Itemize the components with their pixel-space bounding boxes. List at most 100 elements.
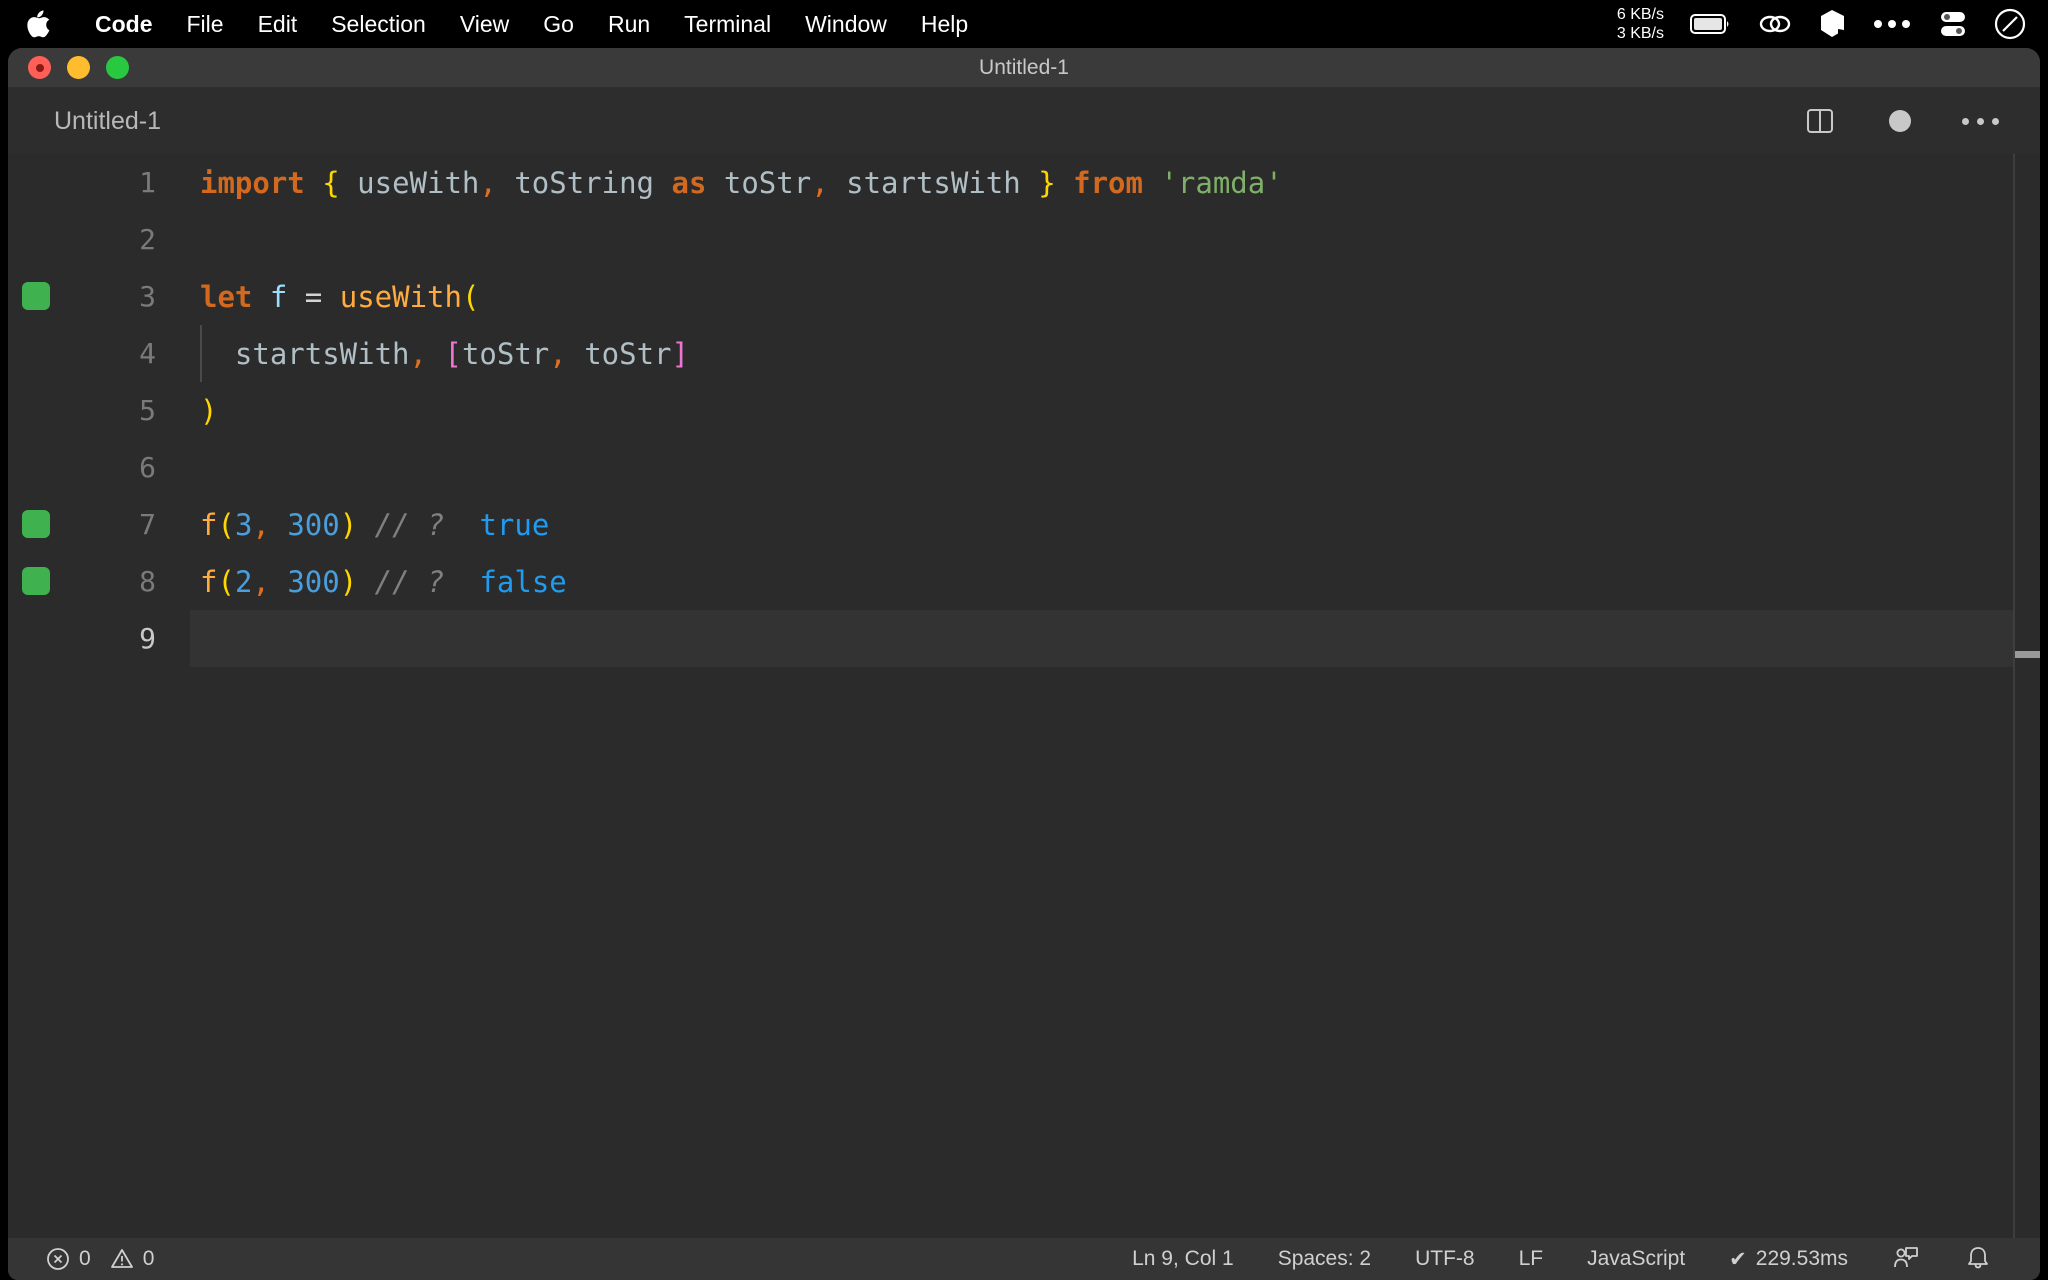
code-line[interactable]: 8 f(2, 300) // ? false bbox=[8, 553, 2040, 610]
network-download-speed: 3 KB/s bbox=[1616, 25, 1664, 42]
line-number: 2 bbox=[139, 223, 156, 256]
code-token: toString bbox=[514, 165, 655, 200]
unsaved-indicator-dot bbox=[35, 63, 44, 72]
code-line[interactable]: 4 startsWith, [toStr, toStr] bbox=[8, 325, 2040, 382]
runtime-duration: 229.53ms bbox=[1755, 1247, 1848, 1270]
line-content: let f = useWith( bbox=[200, 268, 479, 325]
code-token: ) bbox=[339, 564, 358, 599]
status-bar-right: Ln 9, Col 1 Spaces: 2 UTF-8 LF JavaScrip… bbox=[1110, 1238, 2040, 1280]
end-of-line-sequence[interactable]: LF bbox=[1497, 1238, 1566, 1280]
quokka-runtime-status[interactable]: ✔ 229.53ms bbox=[1707, 1238, 1870, 1280]
code-token: startsWith bbox=[234, 336, 410, 371]
do-not-disturb-icon[interactable] bbox=[1994, 0, 2026, 48]
code-line[interactable]: 7 f(3, 300) // ? true bbox=[8, 496, 2040, 553]
apple-logo-icon[interactable] bbox=[26, 9, 52, 39]
indentation-setting[interactable]: Spaces: 2 bbox=[1256, 1238, 1393, 1280]
code-token: { bbox=[322, 165, 340, 200]
line-number: 9 bbox=[139, 622, 156, 655]
tab-untitled-1[interactable]: Untitled-1 bbox=[8, 107, 161, 136]
more-actions-icon[interactable] bbox=[1961, 103, 1999, 139]
line-content: ) bbox=[200, 382, 217, 439]
warning-count: 0 bbox=[142, 1247, 155, 1270]
close-window-button[interactable] bbox=[28, 56, 51, 79]
unsaved-dot-icon[interactable] bbox=[1882, 103, 1918, 139]
code-token: ( bbox=[217, 507, 235, 542]
overview-ruler-divider bbox=[2013, 154, 2015, 1238]
line-content: startsWith, [toStr, toStr] bbox=[200, 325, 689, 382]
current-line-highlight bbox=[190, 610, 2013, 667]
cursor-position[interactable]: Ln 9, Col 1 bbox=[1110, 1238, 1256, 1280]
link-chain-icon[interactable] bbox=[1758, 0, 1792, 48]
code-token: ( bbox=[461, 279, 480, 314]
control-center-icon[interactable] bbox=[1938, 0, 1968, 48]
problems-indicator[interactable]: 0 0 bbox=[38, 1238, 162, 1280]
code-lines: 1 import { useWith, toString as toStr, st… bbox=[8, 154, 2040, 667]
menu-item-run[interactable]: Run bbox=[591, 0, 667, 48]
code-line[interactable]: 2 bbox=[8, 211, 2040, 268]
menu-bar-items: Code File Edit Selection View Go Run Ter… bbox=[0, 0, 985, 48]
network-speed-indicator[interactable]: 6 KB/s 3 KB/s bbox=[1617, 5, 1664, 43]
line-content: f(3, 300) // ? true bbox=[200, 496, 549, 553]
maximize-window-button[interactable] bbox=[106, 56, 129, 79]
menu-item-window[interactable]: Window bbox=[788, 0, 904, 48]
menu-item-edit[interactable]: Edit bbox=[241, 0, 315, 48]
menu-item-selection[interactable]: Selection bbox=[314, 0, 443, 48]
menu-item-code[interactable]: Code bbox=[78, 0, 170, 48]
code-token: toStr bbox=[723, 165, 812, 200]
menu-item-view[interactable]: View bbox=[443, 0, 526, 48]
code-token: ] bbox=[671, 336, 689, 371]
code-line[interactable]: 3 let f = useWith( bbox=[8, 268, 2040, 325]
file-encoding[interactable]: UTF-8 bbox=[1393, 1238, 1497, 1280]
error-count: 0 bbox=[79, 1247, 91, 1270]
code-token: let bbox=[200, 279, 253, 314]
code-token: from bbox=[1073, 165, 1143, 200]
status-bar: 0 0 Ln 9, Col 1 Spaces: 2 UTF-8 LF JavaS… bbox=[8, 1238, 2040, 1280]
traffic-light-buttons bbox=[8, 56, 129, 79]
line-content: import { useWith, toString as toStr, sta… bbox=[200, 154, 1283, 211]
menu-item-file[interactable]: File bbox=[170, 0, 241, 48]
code-token: , bbox=[252, 507, 270, 542]
code-line[interactable]: 1 import { useWith, toString as toStr, st… bbox=[8, 154, 2040, 211]
code-token: import bbox=[200, 165, 305, 200]
check-mark-icon: ✔ bbox=[1729, 1247, 1747, 1271]
minimize-window-button[interactable] bbox=[67, 56, 90, 79]
code-token: 2 bbox=[234, 564, 253, 599]
language-mode[interactable]: JavaScript bbox=[1565, 1238, 1707, 1280]
menu-item-help[interactable]: Help bbox=[904, 0, 985, 48]
menu-item-go[interactable]: Go bbox=[526, 0, 591, 48]
split-editor-icon[interactable] bbox=[1802, 103, 1838, 139]
overview-ruler-cursor-marker bbox=[2015, 651, 2040, 658]
code-token: ) bbox=[339, 507, 358, 542]
editor-tab-strip: Untitled-1 bbox=[8, 88, 2040, 154]
feedback-icon[interactable] bbox=[1870, 1238, 1942, 1280]
cube-icon[interactable] bbox=[1818, 0, 1846, 48]
ellipsis-icon[interactable] bbox=[1872, 0, 1912, 48]
code-line[interactable]: 5) bbox=[8, 382, 2040, 439]
battery-icon[interactable] bbox=[1690, 0, 1732, 48]
line-number: 7 bbox=[139, 508, 156, 541]
line-number: 3 bbox=[139, 280, 156, 313]
code-token: , bbox=[811, 165, 829, 200]
vscode-window: Untitled-1 Untitled-1 1 import { useWith,… bbox=[8, 48, 2040, 1280]
code-line[interactable]: 6 bbox=[8, 439, 2040, 496]
notifications-bell-icon[interactable] bbox=[1942, 1238, 2014, 1280]
line-number: 8 bbox=[139, 565, 156, 598]
code-line[interactable]: 9 bbox=[8, 610, 2040, 667]
code-token: , bbox=[549, 336, 567, 371]
menu-item-terminal[interactable]: Terminal bbox=[667, 0, 788, 48]
code-editor[interactable]: 1 import { useWith, toString as toStr, st… bbox=[8, 154, 2040, 1238]
